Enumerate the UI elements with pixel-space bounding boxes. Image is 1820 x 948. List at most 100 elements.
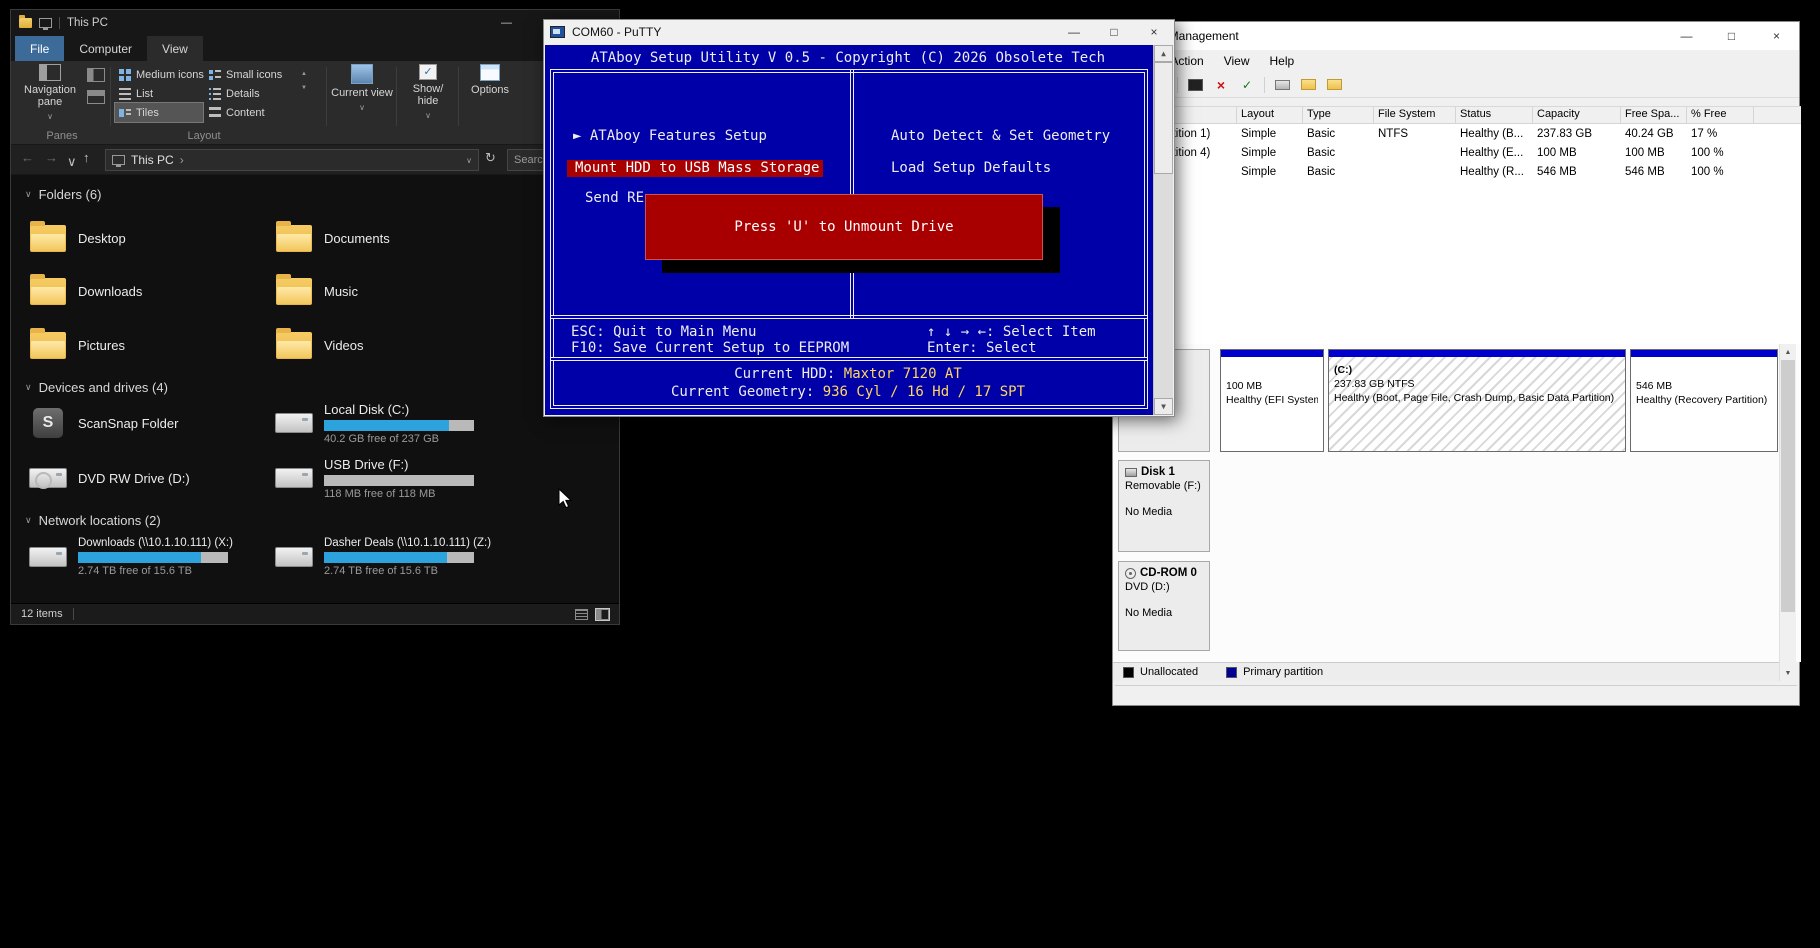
tile-videos[interactable]: Videos <box>273 323 508 367</box>
scroll-down-icon[interactable]: ▼ <box>1780 665 1796 681</box>
col-layout[interactable]: Layout <box>1237 107 1303 123</box>
menu-item-mount-hdd-selected[interactable]: Mount HDD to USB Mass Storage <box>567 160 823 177</box>
menu-help[interactable]: Help <box>1260 51 1305 71</box>
maximize-button[interactable]: □ <box>1709 22 1754 50</box>
explorer-titlebar[interactable]: This PC — □ × <box>11 10 619 36</box>
collapse-chevron-icon[interactable]: ∨ <box>25 189 32 200</box>
collapse-chevron-icon[interactable]: ∨ <box>25 515 32 526</box>
tab-view[interactable]: View <box>147 36 203 61</box>
layout-list[interactable]: List <box>115 84 203 103</box>
disk-1-row: Disk 1 Removable (F:) No Media <box>1118 460 1779 552</box>
tile-scansnap[interactable]: ScanSnap Folder <box>27 401 262 445</box>
group-label-layout: Layout <box>187 130 221 142</box>
collapse-chevron-icon[interactable]: ∨ <box>25 382 32 393</box>
breadcrumb[interactable]: This PC <box>131 153 174 167</box>
tile-network-x[interactable]: Downloads (\\10.1.10.111) (X:) 2.74 TB f… <box>27 535 262 579</box>
details-view-toggle-icon[interactable] <box>575 608 588 620</box>
menu-item-send[interactable]: Send RE <box>585 191 644 206</box>
layout-medium-icons[interactable]: Medium icons <box>115 65 204 84</box>
navigation-pane-icon <box>39 64 61 81</box>
address-dropdown-icon[interactable]: ∨ <box>466 156 472 165</box>
up-icon[interactable]: ↑ <box>83 150 90 165</box>
tab-file[interactable]: File <box>15 36 65 61</box>
terminal-scrollbar[interactable]: ▲ ▼ <box>1153 45 1173 415</box>
tile-music[interactable]: Music <box>273 269 508 313</box>
forward-icon[interactable]: → <box>45 150 58 165</box>
volume-row[interactable]: (Disk 0 partition 1) Simple Basic NTFS H… <box>1113 124 1801 143</box>
tile-documents[interactable]: Documents <box>273 216 508 260</box>
disk-management-titlebar[interactable]: Disk Management — □ × <box>1113 22 1799 50</box>
tile-local-disk-c[interactable]: Local Disk (C:) 40.2 GB free of 237 GB <box>273 401 508 445</box>
tile-pictures[interactable]: Pictures <box>27 323 262 367</box>
layout-tiles-selected[interactable]: Tiles <box>114 102 204 123</box>
tile-network-z[interactable]: Dasher Deals (\\10.1.10.111) (Z:) 2.74 T… <box>273 535 508 579</box>
partition-c-selected[interactable]: (C:) 237.83 GB NTFS Healthy (Boot, Page … <box>1328 349 1626 452</box>
menu-item-features[interactable]: ► ATAboy Features Setup <box>573 129 767 144</box>
col-free-space[interactable]: Free Spa... <box>1621 107 1687 123</box>
delete-icon[interactable]: × <box>1212 76 1230 93</box>
partition-recovery[interactable]: 546 MB Healthy (Recovery Partition) <box>1630 349 1778 452</box>
tile-downloads[interactable]: Downloads <box>27 269 262 313</box>
preview-pane-icon[interactable] <box>87 68 105 82</box>
menu-item-auto-detect[interactable]: Auto Detect & Set Geometry <box>891 129 1110 144</box>
col-pct-free[interactable]: % Free <box>1687 107 1754 123</box>
tile-dvd-drive[interactable]: DVD RW Drive (D:) <box>27 456 262 500</box>
console-icon[interactable] <box>1186 76 1204 93</box>
col-file-system[interactable]: File System <box>1374 107 1456 123</box>
close-button[interactable]: × <box>1134 20 1174 44</box>
tile-usb-drive[interactable]: USB Drive (F:) 118 MB free of 118 MB <box>273 456 508 500</box>
address-box[interactable]: This PC › ∨ <box>105 149 479 171</box>
putty-titlebar[interactable]: COM60 - PuTTY — □ × <box>544 20 1174 44</box>
ribbon-tabs: File Computer View <box>11 36 619 61</box>
key-hint-enter: Enter: Select <box>927 340 1037 356</box>
col-capacity[interactable]: Capacity <box>1533 107 1621 123</box>
explorer-window-icon <box>19 15 32 28</box>
cdrom-0-label[interactable]: CD-ROM 0 DVD (D:) No Media <box>1118 561 1210 651</box>
show-hide-button[interactable]: Show/ hide ∨ <box>401 64 455 122</box>
col-type[interactable]: Type <box>1303 107 1374 123</box>
scroll-up-icon[interactable]: ▲ <box>1780 344 1796 360</box>
quick-access-computer-icon[interactable] <box>39 18 52 30</box>
close-button[interactable]: × <box>1754 22 1799 50</box>
minimize-button[interactable]: — <box>1054 20 1094 44</box>
current-view-button[interactable]: Current view ∨ <box>331 64 393 114</box>
options-button[interactable]: Options <box>463 64 517 96</box>
maximize-button[interactable]: □ <box>1094 20 1134 44</box>
scrollbar-thumb[interactable] <box>1781 360 1795 612</box>
volume-row[interactable]: Simple Basic Healthy (R... 546 MB 546 MB… <box>1113 162 1801 181</box>
menu-view[interactable]: View <box>1214 51 1260 71</box>
menu-item-load-defaults[interactable]: Load Setup Defaults <box>891 161 1051 176</box>
col-status[interactable]: Status <box>1456 107 1533 123</box>
minimize-button[interactable]: — <box>484 10 529 36</box>
volume-row[interactable]: (Disk 0 partition 4) Simple Basic Health… <box>1113 143 1801 162</box>
vertical-scrollbar[interactable]: ▲ ▼ <box>1779 344 1796 681</box>
layout-details[interactable]: Details <box>205 84 293 103</box>
back-icon[interactable]: ← <box>21 150 34 165</box>
partition-efi[interactable]: 100 MB Healthy (EFI System Partition) <box>1220 349 1324 452</box>
scroll-up-icon[interactable]: ▲ <box>1154 45 1173 62</box>
breadcrumb-chevron-icon[interactable]: › <box>180 153 184 167</box>
section-network[interactable]: ∨ Network locations (2) <box>25 513 161 528</box>
scroll-down-icon[interactable]: ▼ <box>1154 398 1173 415</box>
folder-tool-icon[interactable] <box>1299 76 1317 93</box>
details-pane-icon[interactable] <box>87 90 105 104</box>
section-devices[interactable]: ∨ Devices and drives (4) <box>25 380 168 395</box>
large-icons-view-toggle-icon[interactable] <box>595 607 610 621</box>
section-folders[interactable]: ∨ Folders (6) <box>25 187 101 202</box>
gallery-down-icon[interactable]: ▼ <box>301 85 307 91</box>
gallery-up-icon[interactable]: ▲ <box>301 71 307 77</box>
folder-properties-icon[interactable] <box>1325 76 1343 93</box>
refresh-icon[interactable]: ↻ <box>485 150 496 166</box>
tile-desktop[interactable]: Desktop <box>27 216 262 260</box>
tab-computer[interactable]: Computer <box>64 36 147 61</box>
terminal[interactable]: ATAboy Setup Utility V 0.5 - Copyright (… <box>545 45 1173 415</box>
minimize-button[interactable]: — <box>1664 22 1709 50</box>
navigation-pane-button[interactable]: Navigation pane ∨ <box>17 64 83 123</box>
disk-1-label[interactable]: Disk 1 Removable (F:) No Media <box>1118 460 1210 552</box>
layout-small-icons[interactable]: Small icons <box>205 65 293 84</box>
scrollbar-thumb[interactable] <box>1154 62 1173 174</box>
layout-content[interactable]: Content <box>205 103 293 122</box>
recent-locations-icon[interactable]: ∨ <box>67 154 77 170</box>
drive-tool-icon[interactable] <box>1273 76 1291 93</box>
check-icon[interactable]: ✓ <box>1238 76 1256 93</box>
